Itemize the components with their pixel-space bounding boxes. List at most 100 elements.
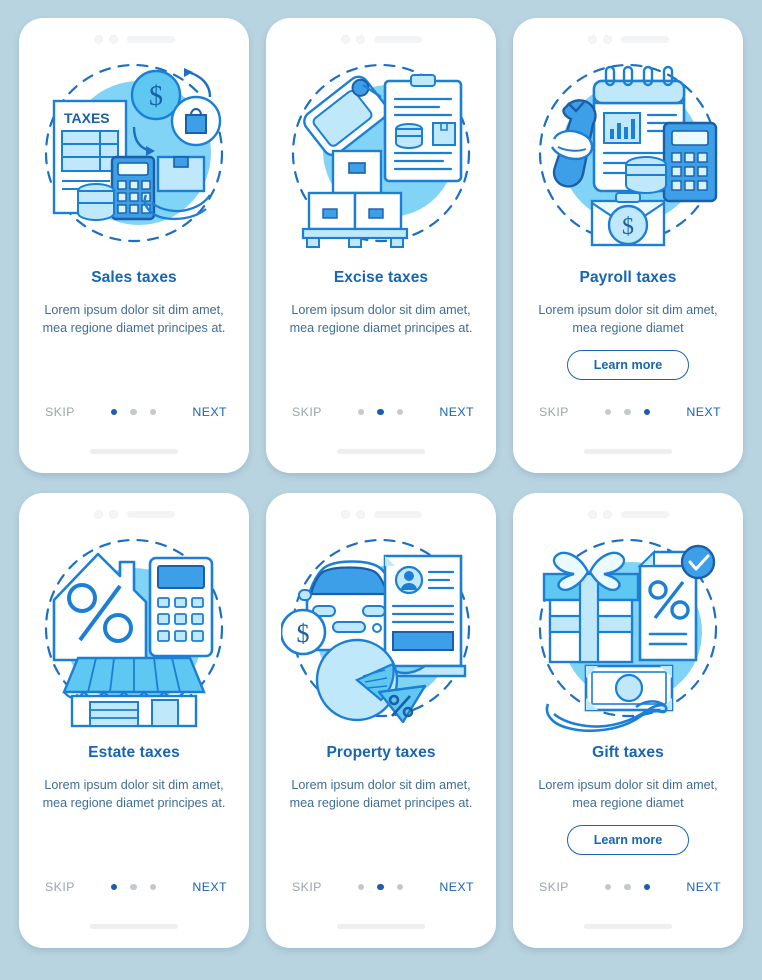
skip-button[interactable]: SKIP [539, 405, 569, 419]
skip-button[interactable]: SKIP [292, 880, 322, 894]
camera-icon [93, 509, 103, 519]
page-dot-2[interactable] [130, 408, 137, 416]
text-block: Property taxes Lorem ipsum dolor sit dim… [266, 738, 496, 812]
page-dot-3[interactable] [149, 883, 157, 891]
camera-icon [340, 34, 350, 44]
screen-title: Sales taxes [91, 269, 177, 286]
sensor-icon [108, 509, 118, 519]
page-dot-1[interactable] [110, 883, 118, 891]
sales-taxes-illustration: TAXES $ [19, 48, 249, 263]
page-dot-3[interactable] [396, 408, 404, 416]
screen-body: Lorem ipsum dolor sit dim amet, mea regi… [289, 303, 473, 335]
page-dot-2[interactable] [377, 408, 384, 416]
phone-notch [266, 493, 496, 523]
page-dot-2[interactable] [130, 883, 137, 891]
skip-button[interactable]: SKIP [292, 405, 322, 419]
speaker-bar-icon [373, 35, 422, 43]
page-dot-1[interactable] [604, 883, 612, 891]
learn-more-button[interactable]: Learn more [566, 825, 690, 855]
page-dot-1[interactable] [357, 408, 365, 416]
onboarding-screen-sales-taxes: TAXES $ Sales taxes Lorem ipsum dolor si… [19, 18, 249, 473]
home-indicator[interactable] [90, 923, 178, 929]
phone-notch [19, 493, 249, 523]
page-dot-3[interactable] [396, 883, 404, 891]
home-indicator-area [513, 904, 743, 948]
page-dot-3[interactable] [149, 408, 157, 416]
camera-icon [93, 34, 103, 44]
camera-icon [587, 509, 597, 519]
text-block: Excise taxes Lorem ipsum dolor sit dim a… [266, 263, 496, 337]
skip-button[interactable]: SKIP [45, 405, 75, 419]
next-button[interactable]: NEXT [686, 880, 721, 894]
page-dot-1[interactable] [110, 408, 118, 416]
text-block: Sales taxes Lorem ipsum dolor sit dim am… [19, 263, 249, 337]
screen-title: Estate taxes [88, 744, 180, 761]
payroll-taxes-illustration: $ [513, 48, 743, 263]
nav-row: SKIP NEXT [513, 395, 743, 429]
excise-taxes-illustration [266, 48, 496, 263]
home-indicator[interactable] [337, 448, 425, 454]
screen-body: Lorem ipsum dolor sit dim amet, mea regi… [42, 303, 226, 335]
page-dot-2[interactable] [377, 883, 384, 891]
page-dot-2[interactable] [624, 408, 631, 416]
home-indicator[interactable] [584, 923, 672, 929]
home-indicator-area [266, 429, 496, 473]
skip-button[interactable]: SKIP [539, 880, 569, 894]
screen-title: Payroll taxes [579, 269, 677, 286]
home-indicator-area [513, 429, 743, 473]
next-button[interactable]: NEXT [686, 405, 721, 419]
text-block: Payroll taxes Lorem ipsum dolor sit dim … [513, 263, 743, 380]
nav-row: SKIP NEXT [19, 870, 249, 904]
home-indicator[interactable] [337, 923, 425, 929]
estate-taxes-illustration [19, 523, 249, 738]
sensor-icon [355, 34, 365, 44]
page-dot-1[interactable] [604, 408, 612, 416]
page-indicator [357, 883, 404, 891]
home-indicator[interactable] [90, 448, 178, 454]
property-taxes-illustration: $ [266, 523, 496, 738]
next-button[interactable]: NEXT [439, 405, 474, 419]
next-button[interactable]: NEXT [192, 880, 227, 894]
sensor-icon [355, 509, 365, 519]
sensor-icon [108, 34, 118, 44]
phone-notch [266, 18, 496, 48]
page-indicator [110, 883, 157, 891]
text-block: Estate taxes Lorem ipsum dolor sit dim a… [19, 738, 249, 812]
screen-body: Lorem ipsum dolor sit dim amet, mea regi… [538, 303, 718, 335]
page-dot-2[interactable] [624, 883, 631, 891]
phone-notch [513, 493, 743, 523]
onboarding-screen-property-taxes: $ Property taxes Lorem ipsum dolor sit d… [266, 493, 496, 948]
text-block: Gift taxes Lorem ipsum dolor sit dim ame… [513, 738, 743, 855]
learn-more-row: Learn more [527, 350, 729, 380]
learn-more-button[interactable]: Learn more [566, 350, 690, 380]
home-indicator[interactable] [584, 448, 672, 454]
home-indicator-area [19, 904, 249, 948]
page-dot-3[interactable] [643, 883, 651, 891]
camera-icon [340, 509, 350, 519]
onboarding-screen-estate-taxes: Estate taxes Lorem ipsum dolor sit dim a… [19, 493, 249, 948]
page-dot-3[interactable] [643, 408, 651, 416]
page-dot-1[interactable] [357, 883, 365, 891]
screen-body: Lorem ipsum dolor sit dim amet, mea regi… [538, 778, 718, 810]
onboarding-screen-gift-taxes: Gift taxes Lorem ipsum dolor sit dim ame… [513, 493, 743, 948]
svg-text:$: $ [297, 619, 310, 648]
page-indicator [604, 883, 651, 891]
onboarding-screens-board: TAXES $ Sales taxes Lorem ipsum dolor si… [0, 0, 762, 980]
onboarding-screen-excise-taxes: Excise taxes Lorem ipsum dolor sit dim a… [266, 18, 496, 473]
nav-row: SKIP NEXT [513, 870, 743, 904]
next-button[interactable]: NEXT [439, 880, 474, 894]
speaker-bar-icon [126, 510, 175, 518]
next-button[interactable]: NEXT [192, 405, 227, 419]
camera-icon [587, 34, 597, 44]
screen-body: Lorem ipsum dolor sit dim amet, mea regi… [289, 778, 473, 810]
screen-title: Property taxes [326, 744, 436, 761]
skip-button[interactable]: SKIP [45, 880, 75, 894]
page-indicator [110, 408, 157, 416]
phone-notch [19, 18, 249, 48]
home-indicator-area [266, 904, 496, 948]
gift-taxes-illustration [513, 523, 743, 738]
speaker-bar-icon [620, 35, 669, 43]
screen-title: Excise taxes [333, 269, 429, 286]
onboarding-screen-payroll-taxes: $ Payroll taxes Lorem ipsum dolor sit di… [513, 18, 743, 473]
speaker-bar-icon [620, 510, 669, 518]
